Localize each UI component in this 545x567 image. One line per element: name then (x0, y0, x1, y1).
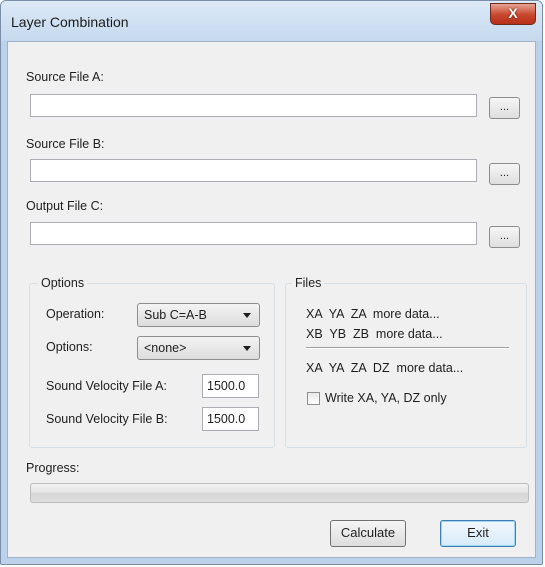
operation-dropdown[interactable]: Sub C=A-B (137, 303, 260, 327)
operation-value: Sub C=A-B (144, 308, 207, 322)
options-label: Options: (46, 340, 93, 354)
calculate-button[interactable]: Calculate (330, 520, 406, 547)
write-xa-ya-dz-label[interactable]: Write XA, YA, DZ only (325, 391, 447, 405)
files-line-b: XB YB ZB more data... (306, 327, 443, 341)
title-bar[interactable]: Layer Combination X (1, 1, 542, 41)
dialog-client-area: Source File A: ... Source File B: ... Ou… (7, 41, 536, 558)
progress-bar (30, 483, 529, 503)
chevron-down-icon (243, 346, 251, 351)
options-dropdown[interactable]: <none> (137, 336, 260, 360)
progress-label: Progress: (26, 461, 80, 475)
operation-label: Operation: (46, 307, 105, 321)
dialog-window: Layer Combination X Source File A: ... S… (0, 0, 543, 565)
source-file-a-input[interactable] (30, 94, 477, 117)
files-group-title: Files (292, 276, 325, 290)
files-separator (306, 347, 509, 349)
output-file-c-label: Output File C: (26, 199, 104, 213)
source-file-b-browse-button[interactable]: ... (489, 163, 520, 185)
source-file-a-browse-button[interactable]: ... (489, 97, 520, 119)
exit-button[interactable]: Exit (440, 520, 516, 547)
sound-velocity-b-label: Sound Velocity File B: (46, 412, 168, 426)
options-group-title: Options (38, 276, 88, 290)
files-groupbox: Files XA YA ZA more data... XB YB ZB mor… (285, 276, 527, 448)
source-file-a-label: Source File A: (26, 70, 104, 84)
close-button[interactable]: X (490, 3, 536, 25)
files-line-c: XA YA ZA DZ more data... (306, 361, 464, 375)
files-line-a: XA YA ZA more data... (306, 307, 440, 321)
options-value: <none> (144, 341, 187, 355)
chevron-down-icon (243, 313, 251, 318)
sound-velocity-a-label: Sound Velocity File A: (46, 379, 167, 393)
options-groupbox: Options Operation: Sub C=A-B Options: <n… (29, 276, 275, 448)
close-icon: X (508, 5, 518, 21)
sound-velocity-a-input[interactable]: 1500.0 (202, 374, 259, 398)
source-file-b-label: Source File B: (26, 137, 105, 151)
write-xa-ya-dz-checkbox[interactable] (307, 392, 320, 405)
window-title: Layer Combination (11, 14, 129, 30)
source-file-b-input[interactable] (30, 159, 477, 182)
sound-velocity-b-input[interactable]: 1500.0 (202, 407, 259, 431)
output-file-c-input[interactable] (30, 222, 477, 245)
output-file-c-browse-button[interactable]: ... (489, 226, 520, 248)
